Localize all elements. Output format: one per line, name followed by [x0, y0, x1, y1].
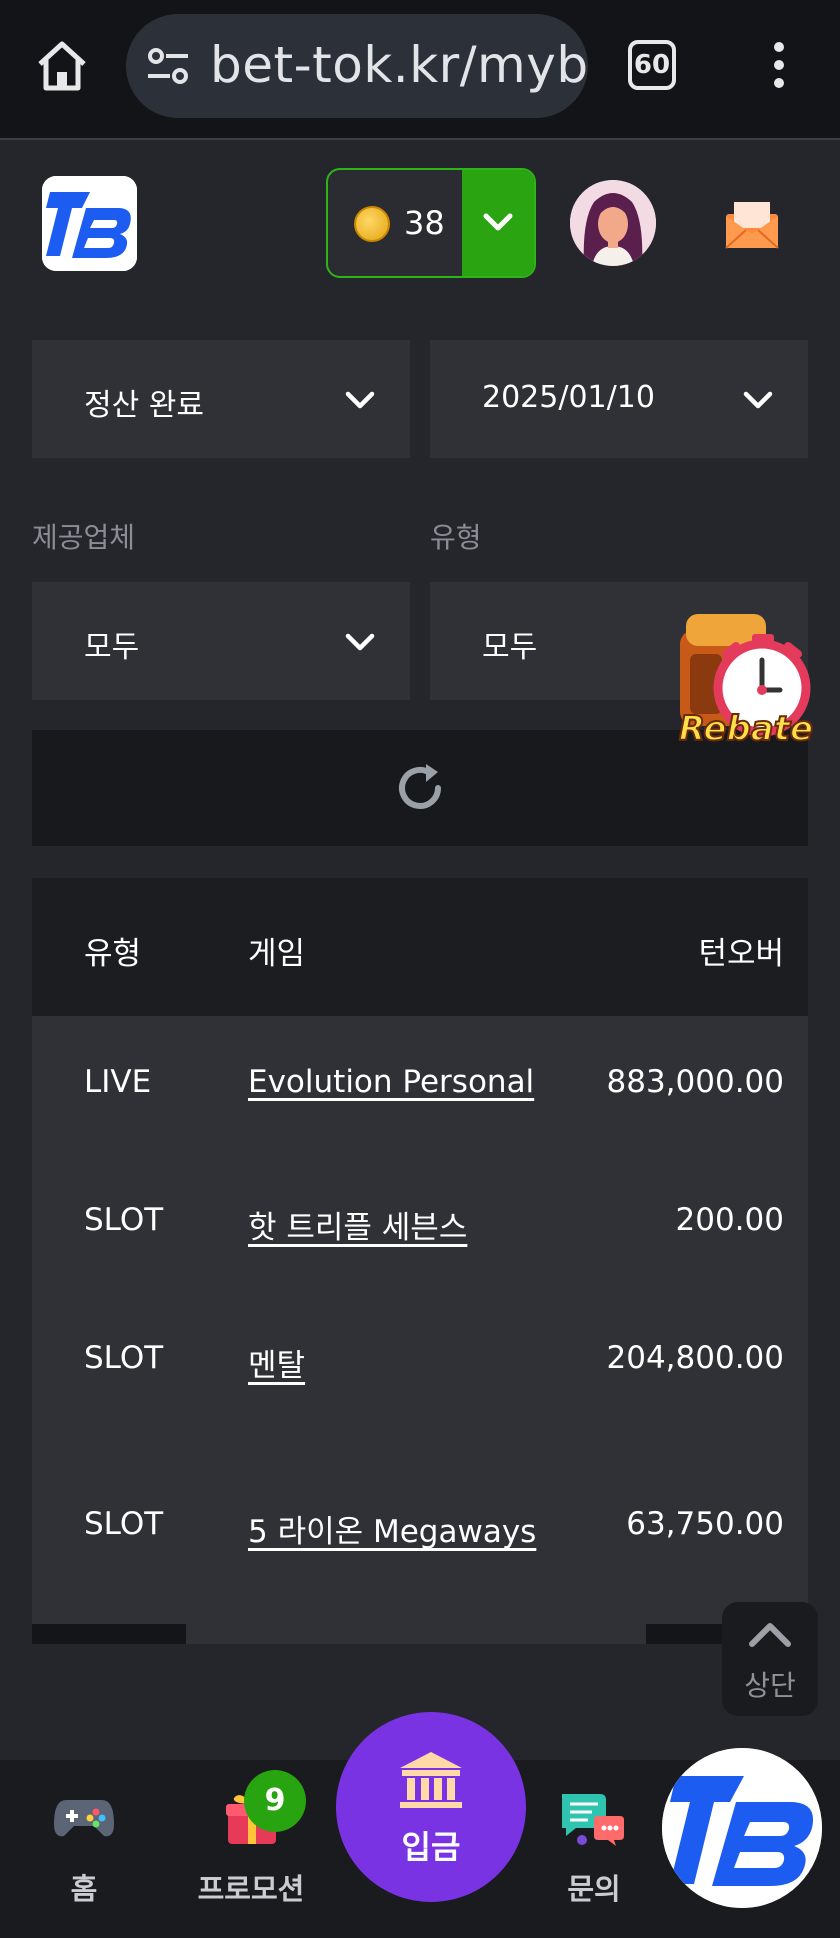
row-turnover: 200.00	[675, 1202, 784, 1238]
table-header: 유형 게임 턴오버	[32, 878, 808, 1016]
column-header-turnover: 턴오버	[698, 936, 784, 972]
nav-promotions-label: 프로모션	[197, 1872, 305, 1906]
site-settings-icon[interactable]	[146, 46, 190, 86]
row-type: SLOT	[84, 1340, 164, 1376]
chevron-up-icon	[749, 1623, 791, 1647]
row-turnover: 63,750.00	[626, 1506, 784, 1542]
address-bar[interactable]: bet-tok.kr/mybe	[126, 14, 588, 118]
date-select[interactable]: 2025/01/10	[430, 340, 808, 458]
provider-value: 모두	[84, 630, 140, 665]
bank-icon	[400, 1752, 462, 1808]
type-label: 유형	[430, 521, 482, 554]
balance-expand-button[interactable]	[462, 170, 534, 276]
chevron-down-icon	[483, 213, 513, 231]
column-header-game: 게임	[248, 936, 306, 972]
settlement-status-value: 정산 완료	[84, 388, 204, 423]
row-game-link[interactable]: 5 라이온 Megaways	[248, 1506, 536, 1551]
scroll-to-top-button[interactable]: 상단	[722, 1602, 818, 1716]
rebate-chest-clock-icon: Rebate	[678, 614, 814, 750]
refresh-icon	[399, 764, 441, 809]
row-game-link[interactable]: 핫 트리플 세븐스	[248, 1202, 467, 1247]
home-icon[interactable]	[34, 38, 90, 94]
nav-deposit-label: 입금	[401, 1828, 461, 1866]
scrollbar-track-left	[32, 1624, 186, 1644]
column-header-type: 유형	[84, 936, 142, 972]
brand-chat-floating-button[interactable]	[662, 1748, 822, 1908]
row-type: SLOT	[84, 1506, 164, 1542]
chevron-down-icon	[345, 633, 375, 651]
row-type: LIVE	[84, 1064, 152, 1100]
settlement-status-select[interactable]: 정산 완료	[32, 340, 410, 458]
site-logo[interactable]	[42, 176, 137, 271]
promotions-badge: 9	[244, 1770, 306, 1832]
more-menu-icon[interactable]	[764, 42, 794, 92]
row-turnover: 204,800.00	[606, 1340, 785, 1376]
row-game-link[interactable]: Evolution Personal	[248, 1064, 534, 1100]
chat-icon	[562, 1794, 624, 1846]
coin-icon	[354, 206, 390, 242]
gamepad-icon	[54, 1800, 114, 1837]
url-text: bet-tok.kr/mybe	[210, 36, 588, 94]
balance-dropdown[interactable]: 38	[326, 168, 536, 278]
tb-logo-icon	[42, 176, 137, 271]
row-game-link[interactable]: 멘탈	[248, 1340, 305, 1385]
mail-icon[interactable]	[724, 198, 780, 250]
nav-deposit-button[interactable]: 입금	[336, 1712, 526, 1902]
balance-amount: 38	[404, 204, 445, 242]
tab-switcher-button[interactable]: 60	[628, 40, 676, 90]
chevron-down-icon	[345, 391, 375, 409]
user-avatar[interactable]	[570, 180, 656, 266]
row-turnover: 883,000.00	[606, 1064, 785, 1100]
bet-history-table: 유형 게임 턴오버 LIVE Evolution Personal 883,00…	[32, 878, 808, 1644]
nav-inquiry-label: 문의	[567, 1872, 621, 1906]
row-type: SLOT	[84, 1202, 164, 1238]
type-value: 모두	[482, 630, 538, 665]
nav-home[interactable]: 홈	[34, 1760, 134, 1938]
chevron-down-icon	[743, 391, 773, 409]
avatar-icon	[570, 180, 656, 266]
tb-logo-icon	[662, 1748, 822, 1908]
nav-inquiry[interactable]: 문의	[544, 1760, 644, 1938]
provider-label: 제공업체	[32, 521, 136, 554]
date-value: 2025/01/10	[482, 380, 655, 415]
scroll-to-top-label: 상단	[744, 1669, 796, 1702]
rebate-floating-button[interactable]: Rebate	[676, 608, 816, 760]
browser-toolbar: bet-tok.kr/mybe 60	[0, 0, 840, 140]
rebate-label: Rebate	[679, 709, 813, 749]
nav-home-label: 홈	[70, 1872, 98, 1906]
provider-select[interactable]: 모두	[32, 582, 410, 700]
